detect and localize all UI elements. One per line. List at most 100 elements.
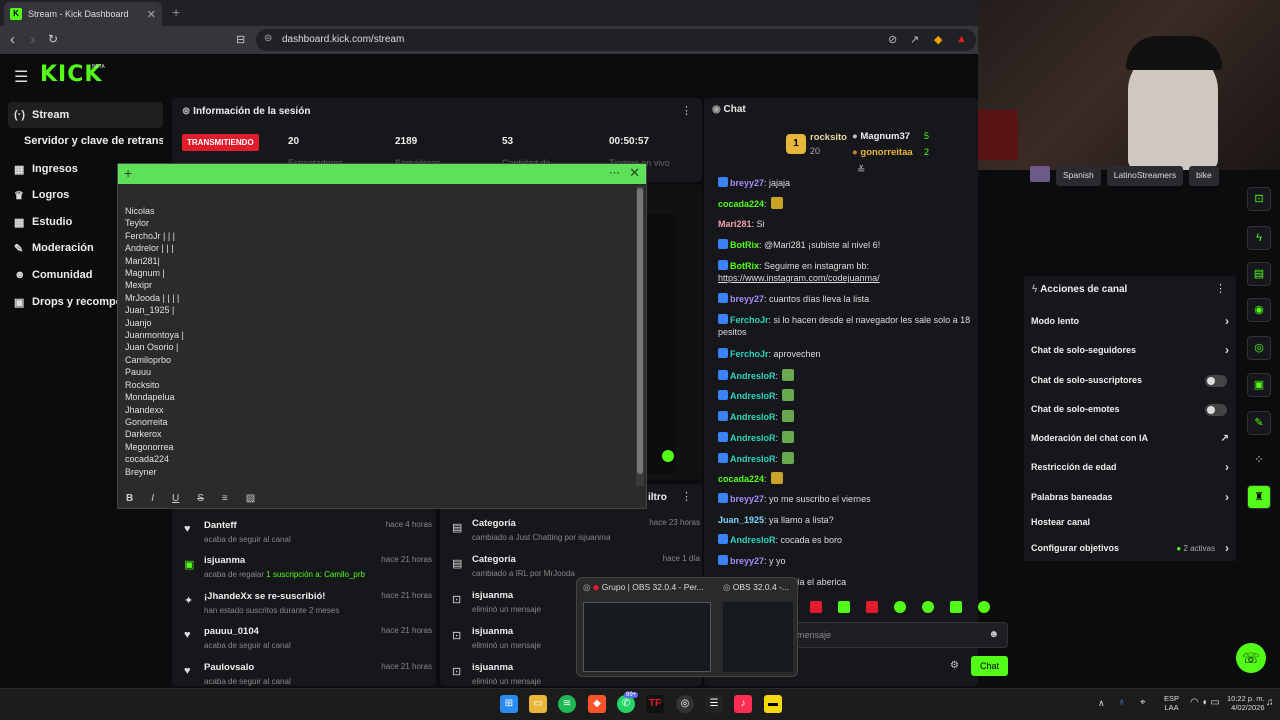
layout-icon[interactable]: ▣ [1247,373,1271,397]
notifications-icon[interactable]: ♫ [1266,697,1274,708]
preview-thumbnail-1[interactable] [583,602,711,672]
brave-shield-icon[interactable]: ◆ [934,33,942,46]
send-chat-button[interactable]: Chat [971,656,1008,676]
tag[interactable]: LatinoStreamers [1106,166,1184,186]
notes-text-area[interactable]: Nicolas Teylor FerchoJr | | | Andrelor |… [125,205,184,478]
menu-icon[interactable]: ☰ [14,67,28,87]
wrench-icon[interactable]: ✎ [1247,411,1271,435]
site-settings-icon[interactable]: ⊜ [264,33,272,44]
chat-username[interactable]: breyy27 [730,556,764,566]
toggle-switch[interactable] [1205,375,1227,387]
chat-username[interactable]: Juan_1925 [718,515,764,525]
support-icon[interactable]: ☏ [1236,643,1266,673]
channel-action-row[interactable]: Modo lento › [1031,314,1229,332]
start-icon[interactable]: ⊞ [500,695,518,713]
notes-titlebar[interactable]: + ⋯ ✕ [118,164,646,184]
wifi-icon[interactable]: ◠ ◖ ▭ [1190,697,1220,708]
image-button[interactable]: ▨ [246,493,255,504]
chat-username[interactable]: BotRix [730,240,759,250]
chat-username[interactable]: breyy27 [730,494,764,504]
chat-icon[interactable]: ◉ [1247,298,1271,322]
chat-username[interactable]: AndresloR [730,454,776,464]
forward-icon[interactable]: › [30,31,35,48]
brave-icon[interactable]: ◆ [588,695,606,713]
tray-chevron-icon[interactable]: ∧ [1098,698,1105,709]
document-icon[interactable]: ▤ [1247,262,1271,286]
chat-username[interactable]: cocada224 [718,199,764,209]
channel-action-row[interactable]: Moderación del chat con IA ↗ [1031,433,1229,449]
obs-icon[interactable]: ◎ [676,695,694,713]
more-options-icon[interactable]: ⋮ [681,104,692,117]
settings-icon[interactable]: ⚙ [950,660,959,671]
chat-username[interactable]: AndresloR [730,433,776,443]
channel-action-row[interactable]: Chat de solo-emotes [1031,404,1229,420]
back-icon[interactable]: ‹ [10,31,15,48]
more-options-icon[interactable]: ⋮ [681,490,692,503]
share-icon[interactable]: ↗ [910,33,919,46]
sidebar-item-stream[interactable]: (·) Stream [8,102,163,128]
spotify-icon[interactable]: ≋ [558,695,576,713]
channel-action-row[interactable]: Configurar objetivos › ● 2 activas [1031,541,1229,559]
broadcast-icon[interactable]: ◎ [1247,336,1271,360]
chat-username[interactable]: AndresloR [730,391,776,401]
file-explorer-icon[interactable]: ▭ [529,695,547,713]
reload-icon[interactable]: ↻ [48,32,58,46]
chat-username[interactable]: AndresloR [730,371,776,381]
url-field[interactable]: ⊜ dashboard.kick.com/stream ⊘ ↗ ◆ ▲ [256,29,976,51]
chat-username[interactable]: AndresloR [730,412,776,422]
taskbar-preview-popup[interactable]: ◎ ◆ Grupo | OBS 32.0.4 - Per... ◎ OBS 32… [576,577,798,677]
italic-button[interactable]: I [151,493,154,504]
emote-icon[interactable] [978,601,990,613]
emote-icon[interactable] [866,601,878,613]
chat-username[interactable]: cocada224 [718,474,764,484]
collapse-icon[interactable]: ≚ [857,165,865,176]
clock[interactable]: 10:22 p. m. 4/02/2026 [1227,694,1265,712]
chat-username[interactable]: Mari281 [718,219,752,229]
emote-icon[interactable] [922,601,934,613]
network-icon[interactable]: ⌖ [1140,697,1146,708]
emote-icon[interactable] [838,601,850,613]
streamlabs-icon[interactable]: ☰ [705,695,723,713]
chat-username[interactable]: FerchoJr [730,349,769,359]
channel-action-row[interactable]: Hostear canal [1031,517,1229,533]
emote-icon[interactable] [810,601,822,613]
extension-icon[interactable]: ♜ [1247,485,1271,509]
more-options-icon[interactable]: ⋮ [1215,282,1226,295]
tiktok-icon[interactable]: ♪ [734,695,752,713]
nodes-icon[interactable]: ⁘ [1247,449,1271,473]
close-icon[interactable]: ✕ [629,165,640,181]
rewards-icon[interactable]: ▲ [956,33,967,45]
bolt-icon[interactable]: ϟ [1247,226,1271,250]
emote-icon[interactable] [950,601,962,613]
tag[interactable]: Spanish [1056,166,1101,186]
bookmark-icon[interactable]: ⊟ [236,33,245,46]
chat-username[interactable]: breyy27 [730,178,764,188]
tf-icon[interactable]: TF [646,695,664,713]
fullscreen-icon[interactable]: ⊡ [1247,187,1271,211]
toggle-switch[interactable] [1205,404,1227,416]
chat-username[interactable]: breyy27 [730,294,764,304]
channel-action-row[interactable]: Chat de solo-suscriptores [1031,375,1229,391]
emoji-icon[interactable]: ☻ [988,629,999,640]
chat-input[interactable]: mensaje ☻ [790,622,1008,648]
mic-icon[interactable]: ♁ [1118,697,1126,708]
bold-button[interactable]: B [126,493,133,504]
chat-username[interactable]: FerchoJr [730,315,769,325]
underline-button[interactable]: U [172,493,179,504]
preview-title-1[interactable]: ◎ ◆ Grupo | OBS 32.0.4 - Per... [583,582,704,593]
sticky-notes-window[interactable]: + ⋯ ✕ Nicolas Teylor FerchoJr | | | Andr… [117,163,647,509]
sidebar-item-server-key[interactable]: Servidor y clave de retransmisión [8,128,163,154]
chat-username[interactable]: BotRix [730,261,759,271]
mute-icon[interactable]: ⊘ [888,33,897,46]
tag[interactable]: bike [1189,166,1219,186]
channel-action-row[interactable]: Chat de solo-seguidores › [1031,343,1229,361]
add-note-icon[interactable]: + [124,165,132,181]
list-button[interactable]: ≡ [222,493,228,504]
sticky-notes-icon[interactable]: ▬ [764,695,782,713]
chat-username[interactable]: AndresloR [730,535,776,545]
chat-link[interactable]: https://www.instagram.com/codejuanma/ [718,273,880,283]
preview-thumbnail-2[interactable] [723,602,793,672]
language-indicator[interactable]: ESP LAA [1164,694,1179,712]
channel-action-row[interactable]: Palabras baneadas › [1031,490,1229,508]
new-tab-button[interactable]: + [172,4,180,20]
